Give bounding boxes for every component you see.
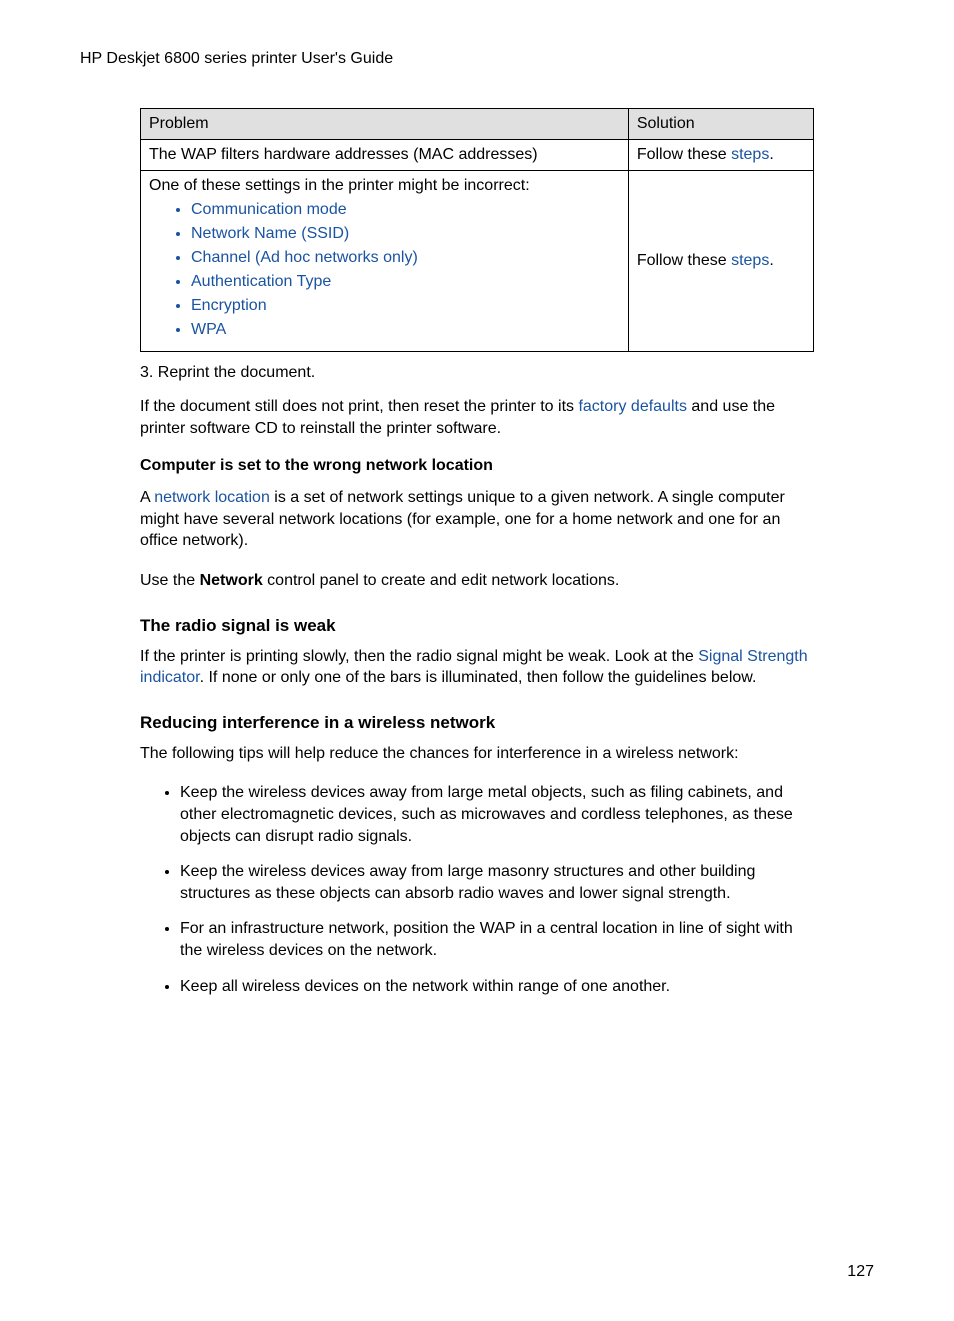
heading-radio-weak: The radio signal is weak [140,616,814,636]
link-factory-defaults[interactable]: factory defaults [578,398,687,415]
step-3: 3. Reprint the document. [80,364,874,382]
row2-item-comm-mode[interactable]: Communication mode [191,201,620,219]
para-tips-intro: The following tips will help reduce the … [140,743,814,765]
tip-range: Keep all wireless devices on the network… [180,976,814,998]
para3-a: Use the [140,572,200,589]
row2-item-channel[interactable]: Channel (Ad hoc networks only) [191,249,620,267]
subhead-wrong-location: Computer is set to the wrong network loc… [140,457,814,475]
row2-sol-link[interactable]: steps [731,252,769,269]
row1-sol-prefix: Follow these [637,146,731,163]
para3-b: control panel to create and edit network… [263,572,620,589]
problem-table: Problem Solution The WAP filters hardwar… [140,108,814,352]
row2-solution: Follow these steps. [628,171,813,352]
heading-reduce-interference: Reducing interference in a wireless netw… [140,713,814,733]
row2-list: Communication mode Network Name (SSID) C… [149,201,620,339]
row1-sol-link[interactable]: steps [731,146,769,163]
page-number: 127 [847,1263,874,1281]
para-factory-defaults: If the document still does not print, th… [140,396,814,439]
row2-item-ssid[interactable]: Network Name (SSID) [191,225,620,243]
tip-wap-position: For an infrastructure network, position … [180,918,814,961]
row1-solution: Follow these steps. [628,140,813,171]
link-network-location[interactable]: network location [154,489,270,506]
para3-bold: Network [200,572,263,589]
row1-problem: The WAP filters hardware addresses (MAC … [141,140,629,171]
th-solution: Solution [628,109,813,140]
tips-list: Keep the wireless devices away from larg… [140,782,814,997]
para-network-location: A network location is a set of network s… [140,487,814,552]
row2-item-encryption[interactable]: Encryption [191,297,620,315]
row2-item-wpa[interactable]: WPA [191,321,620,339]
row2-intro: One of these settings in the printer mig… [149,177,620,195]
para2-a: A [140,489,154,506]
tip-metal: Keep the wireless devices away from larg… [180,782,814,847]
row2-item-auth[interactable]: Authentication Type [191,273,620,291]
row2-sol-prefix: Follow these [637,252,731,269]
th-problem: Problem [141,109,629,140]
para-signal: If the printer is printing slowly, then … [140,646,814,689]
para4-b: . If none or only one of the bars is ill… [200,669,757,686]
para-network-panel: Use the Network control panel to create … [140,570,814,592]
page-header: HP Deskjet 6800 series printer User's Gu… [80,50,874,68]
para1-a: If the document still does not print, th… [140,398,578,415]
para4-a: If the printer is printing slowly, then … [140,648,698,665]
row2-problem: One of these settings in the printer mig… [141,171,629,352]
tip-masonry: Keep the wireless devices away from larg… [180,861,814,904]
